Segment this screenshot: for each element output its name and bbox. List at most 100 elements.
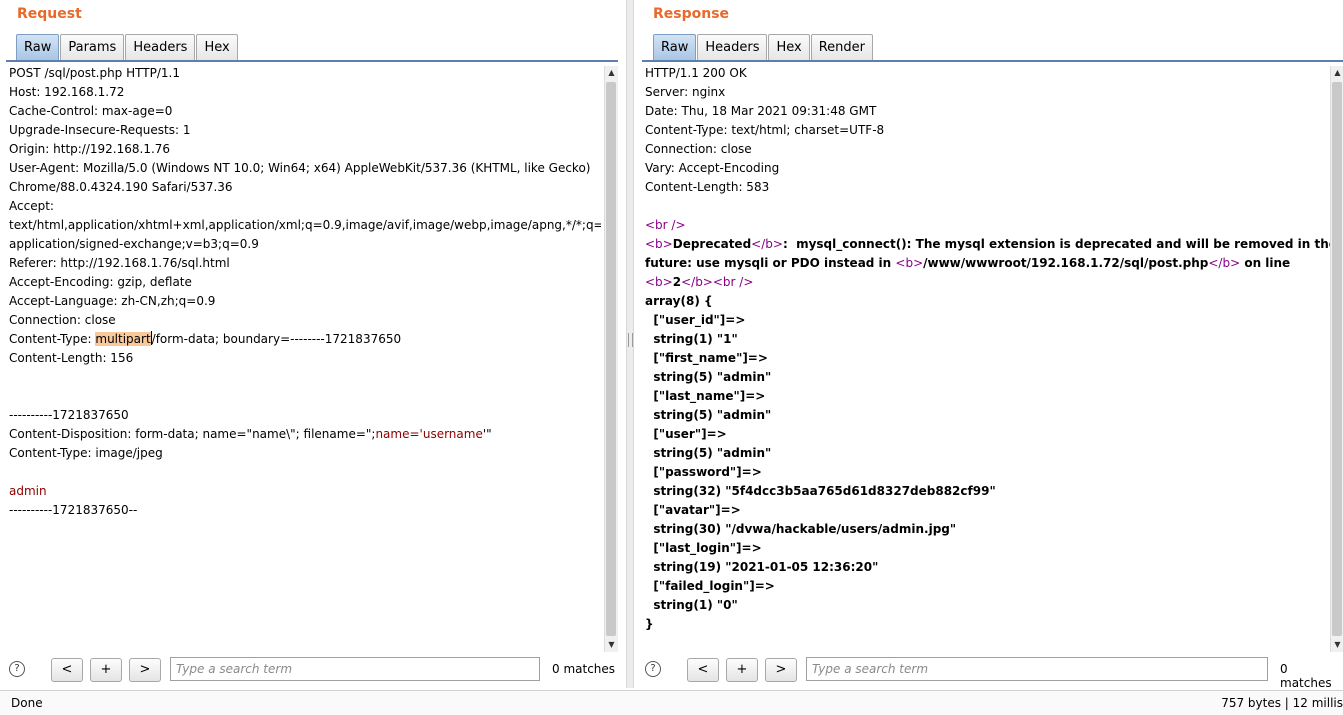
status-text: Done [11, 696, 43, 710]
add-button[interactable]: + [90, 658, 122, 682]
next-match-button[interactable]: > [765, 658, 797, 682]
response-text: Deprecated [672, 237, 752, 251]
response-line: string(1) "1" [645, 332, 738, 346]
response-line: string(1) "0" [645, 598, 738, 612]
response-line: string(5) "admin" [645, 446, 772, 460]
request-tab-headers[interactable]: Headers [125, 34, 196, 60]
request-scrollbar[interactable]: ▲ ▼ [604, 66, 618, 652]
request-line: ----------1721837650-- [9, 503, 138, 517]
response-line: <b>2</b><br /> [645, 273, 1333, 292]
response-line: string(30) "/dvwa/hackable/users/admin.j… [645, 522, 957, 536]
html-tag: <b> [645, 237, 673, 251]
response-editor[interactable]: HTTP/1.1 200 OK Server: nginx Date: Thu,… [645, 64, 1333, 652]
request-editor[interactable]: POST /sql/post.php HTTP/1.1 Host: 192.16… [9, 64, 601, 652]
request-line: application/signed-exchange;v=b3;q=0.9 [9, 237, 259, 251]
previous-match-button[interactable]: < [51, 658, 83, 682]
request-match-count: 0 matches [552, 662, 616, 676]
pane-splitter[interactable] [626, 0, 634, 688]
response-scrollbar[interactable]: ▲ ▼ [1330, 66, 1343, 652]
response-line: future: use mysqli or PDO instead in <b>… [645, 254, 1333, 273]
response-match-count: 0 matches [1280, 662, 1332, 690]
request-line: Accept-Encoding: gzip, deflate [9, 275, 192, 289]
response-text: on line [1240, 256, 1291, 270]
request-line: text/html,application/xhtml+xml,applicat… [9, 218, 601, 232]
scroll-thumb[interactable] [1332, 82, 1342, 636]
html-tag: </b> [1208, 256, 1241, 270]
request-blank-line [9, 387, 601, 406]
add-button[interactable]: + [726, 658, 758, 682]
request-line: Chrome/88.0.4324.190 Safari/537.36 [9, 180, 233, 194]
splitter-grip[interactable] [628, 333, 633, 347]
request-search-input[interactable] [170, 657, 540, 681]
html-tag: <b> [895, 256, 924, 270]
request-line: Cache-Control: max-age=0 [9, 104, 173, 118]
request-line: Content-Type: multipart/form-data; bound… [9, 330, 601, 349]
response-tab-headers[interactable]: Headers [697, 34, 768, 60]
scroll-up-icon[interactable]: ▲ [1331, 66, 1343, 80]
next-match-button[interactable]: > [129, 658, 161, 682]
request-line: Content-Length: 156 [9, 351, 134, 365]
response-pane: Response Raw Headers Hex Render HTTP/1.1… [636, 0, 1343, 690]
response-line: array(8) { [645, 294, 713, 308]
response-line: <b>Deprecated</b>: mysql_connect(): The … [645, 235, 1333, 254]
response-tab-render[interactable]: Render [810, 34, 873, 60]
response-line: ["last_login"]=> [645, 541, 762, 555]
scroll-up-icon[interactable]: ▲ [605, 66, 618, 80]
request-tab-raw[interactable]: Raw [16, 34, 60, 60]
response-line: Date: Thu, 18 Mar 2021 09:31:48 GMT [645, 104, 877, 118]
response-blank-line [645, 197, 1333, 216]
response-line: ["failed_login"]=> [645, 579, 775, 593]
request-line: Upgrade-Insecure-Requests: 1 [9, 123, 191, 137]
response-line: string(5) "admin" [645, 370, 772, 384]
response-stats: 757 bytes | 12 millis [1221, 696, 1343, 710]
request-tab-params[interactable]: Params [60, 34, 125, 60]
status-bar: Done 757 bytes | 12 millis [0, 690, 1343, 715]
response-line: Content-Length: 583 [645, 180, 770, 194]
html-tag: </b> [751, 237, 783, 251]
response-search-input[interactable] [806, 657, 1268, 681]
request-title: Request [17, 6, 82, 22]
response-line: Content-Type: text/html; charset=UTF-8 [645, 123, 885, 137]
response-line: Connection: close [645, 142, 752, 156]
response-line: string(5) "admin" [645, 408, 772, 422]
scroll-down-icon[interactable]: ▼ [605, 638, 618, 652]
request-pane: Request Raw Params Headers Hex POST /sql… [0, 0, 622, 688]
request-tab-underline [6, 60, 618, 62]
response-line: ["user"]=> [645, 427, 727, 441]
request-text: Content-Disposition: form-data; name="na… [9, 427, 376, 441]
request-line: Referer: http://192.168.1.76/sql.html [9, 256, 230, 270]
response-tab-hex[interactable]: Hex [768, 34, 810, 60]
response-text: 2 [672, 275, 682, 289]
request-search-bar: ? < + > 0 matches [0, 656, 622, 684]
request-line: POST /sql/post.php HTTP/1.1 [9, 66, 180, 80]
scroll-down-icon[interactable]: ▼ [1331, 638, 1343, 652]
help-icon[interactable]: ? [9, 661, 25, 677]
request-line: Content-Disposition: form-data; name="na… [9, 425, 601, 444]
request-text: /form-data; boundary=--------1721837650 [151, 332, 402, 346]
injected-text: name='username [375, 427, 483, 441]
response-line: ["user_id"]=> [645, 313, 746, 327]
response-line: } [645, 617, 654, 631]
response-tab-underline [642, 60, 1343, 62]
html-tag: </b><br /> [681, 275, 754, 289]
search-highlight: multipart [95, 332, 151, 346]
request-tabs: Raw Params Headers Hex [16, 34, 239, 61]
response-tab-raw[interactable]: Raw [653, 34, 697, 60]
request-line: Connection: close [9, 313, 116, 327]
request-line: Content-Type: image/jpeg [9, 446, 163, 460]
help-icon[interactable]: ? [645, 661, 661, 677]
request-line: Accept: [9, 199, 54, 213]
html-tag: <br /> [645, 218, 686, 232]
response-text: /www/wwwroot/192.168.1.72/sql/post.php [923, 256, 1209, 270]
response-text: : mysql_connect(): The mysql extension i… [782, 237, 1333, 251]
response-line: ["avatar"]=> [645, 503, 741, 517]
response-line: string(32) "5f4dcc3b5aa765d61d8327deb882… [645, 484, 996, 498]
previous-match-button[interactable]: < [687, 658, 719, 682]
response-title: Response [653, 6, 730, 22]
request-tab-hex[interactable]: Hex [196, 34, 238, 60]
scroll-thumb[interactable] [606, 82, 616, 636]
request-line: Origin: http://192.168.1.76 [9, 142, 171, 156]
response-line: Server: nginx [645, 85, 726, 99]
request-line: Accept-Language: zh-CN,zh;q=0.9 [9, 294, 216, 308]
response-tabs: Raw Headers Hex Render [653, 34, 874, 61]
